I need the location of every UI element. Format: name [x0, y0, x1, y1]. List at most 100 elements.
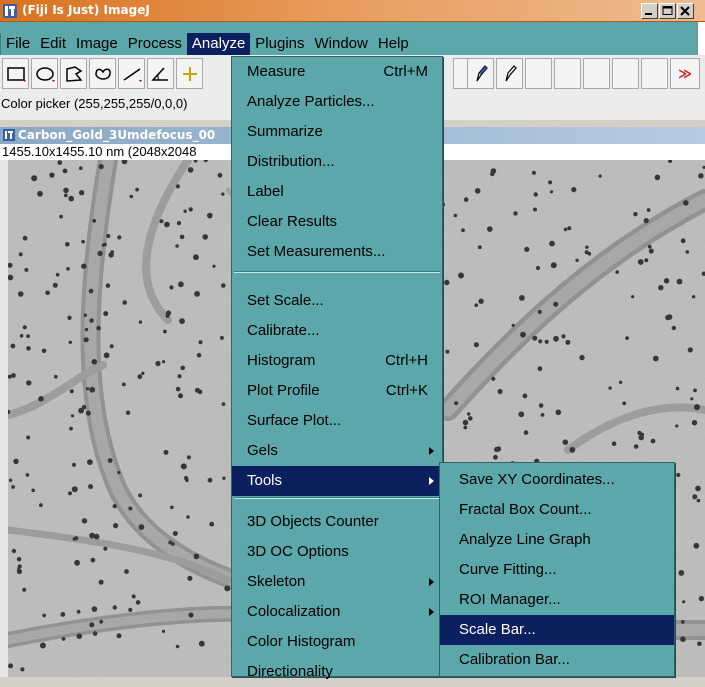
menu-item-label: Distribution... — [247, 153, 335, 170]
pencil-tool[interactable] — [467, 58, 494, 89]
shortcut-label: Ctrl+H — [385, 352, 428, 369]
tool-slot-5[interactable] — [641, 58, 668, 89]
menu-item-label: 3D OC Options — [247, 543, 349, 560]
menu-analyze[interactable]: Analyze — [186, 33, 251, 55]
minimize-button[interactable] — [641, 3, 658, 19]
submenu-item-scale-bar[interactable]: Scale Bar... — [440, 615, 674, 645]
menu-item-histogram[interactable]: Histogram Ctrl+H — [232, 346, 442, 376]
oval-icon — [36, 67, 55, 82]
menu-item-skeleton[interactable]: Skeleton — [232, 567, 442, 597]
menu-item-label: Colocalization — [247, 603, 341, 620]
pencil-icon — [476, 65, 488, 82]
close-icon — [680, 6, 690, 16]
menu-item-label: Color Histogram — [247, 633, 356, 650]
window-controls — [640, 3, 694, 19]
tool-slot-2[interactable] — [554, 58, 581, 89]
menu-item-label[interactable]: Label — [232, 177, 442, 207]
polygon-tool[interactable] — [60, 58, 87, 89]
submenu-arrow-icon — [429, 608, 434, 616]
menu-item-set-measurements[interactable]: Set Measurements... — [232, 237, 442, 267]
line-tool[interactable] — [118, 58, 145, 89]
menu-item-label: Measure — [247, 63, 306, 80]
menu-item-surface-plot[interactable]: Surface Plot... — [232, 406, 442, 436]
minimize-icon — [645, 13, 652, 15]
menu-item-label: Summarize — [247, 123, 323, 140]
submenu-item-roi-manager[interactable]: ROI Manager... — [440, 585, 674, 615]
menu-item-set-scale[interactable]: Set Scale... — [232, 286, 442, 316]
menu-help[interactable]: Help — [373, 33, 414, 55]
menu-item-plot-profile[interactable]: Plot Profile Ctrl+K — [232, 376, 442, 406]
menu-item-calibrate[interactable]: Calibrate... — [232, 316, 442, 346]
menu-item-3d-objects-counter[interactable]: 3D Objects Counter — [232, 507, 442, 537]
maximize-icon — [662, 6, 673, 15]
menu-item-label: Skeleton — [247, 573, 306, 590]
window-edge — [697, 22, 705, 55]
menu-item-label: Plot Profile — [247, 382, 320, 399]
brush-icon — [505, 65, 517, 82]
window-title: (Fiji Is Just) ImageJ — [22, 3, 150, 17]
menu-item-gels[interactable]: Gels — [232, 436, 442, 466]
angle-icon — [151, 67, 168, 81]
submenu-item-curve-fitting[interactable]: Curve Fitting... — [440, 555, 674, 585]
line-icon — [123, 68, 142, 82]
tool-slot-1[interactable] — [525, 58, 552, 89]
tools-submenu: Save XY Coordinates... Fractal Box Count.… — [439, 462, 675, 677]
image-window-frame — [0, 160, 8, 677]
menubar-top-strip — [0, 22, 705, 33]
image-window-title: Carbon_Gold_3Umdefocus_00 — [18, 128, 216, 142]
submenu-arrow-icon — [429, 477, 434, 485]
menu-file[interactable]: File — [1, 33, 35, 55]
point-icon — [183, 67, 197, 81]
point-tool[interactable] — [176, 58, 203, 89]
maximize-button[interactable] — [659, 3, 676, 19]
tool-slot-4[interactable] — [612, 58, 639, 89]
menu-item-label: Calibrate... — [247, 322, 320, 339]
menu-item-label: Histogram — [247, 352, 316, 369]
shortcut-label: Ctrl+K — [385, 382, 428, 399]
menu-image[interactable]: Image — [71, 33, 123, 55]
menu-item-label: Directionality — [247, 663, 333, 680]
menu-plugins[interactable]: Plugins — [250, 33, 309, 55]
rectangle-icon — [7, 67, 26, 82]
menu-item-measure[interactable]: Measure Ctrl+M — [232, 57, 442, 87]
menu-item-label: Gels — [247, 442, 278, 459]
menu-item-label: Analyze Particles... — [247, 93, 375, 110]
menu-item-3d-oc-options[interactable]: 3D OC Options — [232, 537, 442, 567]
freehand-icon — [95, 68, 111, 80]
menu-process[interactable]: Process — [123, 33, 187, 55]
menu-bar: File Edit Image Process Analyze Plugins Window… — [0, 33, 697, 55]
oval-tool[interactable] — [31, 58, 58, 89]
menu-item-color-histogram[interactable]: Color Histogram — [232, 627, 442, 657]
freehand-tool[interactable] — [89, 58, 116, 89]
fiji-app-icon — [3, 4, 17, 18]
submenu-item-calibration-bar[interactable]: Calibration Bar... — [440, 645, 674, 675]
menu-separator — [234, 271, 440, 273]
menu-item-colocalization[interactable]: Colocalization — [232, 597, 442, 627]
tool-slot-3[interactable] — [583, 58, 610, 89]
menu-item-label: Set Measurements... — [247, 243, 386, 260]
menu-window[interactable]: Window — [310, 33, 373, 55]
rectangle-tool[interactable] — [2, 58, 29, 89]
menu-item-distribution[interactable]: Distribution... — [232, 147, 442, 177]
submenu-arrow-icon — [429, 578, 434, 586]
submenu-item-analyze-line-graph[interactable]: Analyze Line Graph — [440, 525, 674, 555]
menu-item-summarize[interactable]: Summarize — [232, 117, 442, 147]
menu-item-tools[interactable]: Tools — [232, 466, 442, 496]
more-tools-button[interactable]: ≫ — [670, 58, 700, 89]
brush-tool[interactable] — [496, 58, 523, 89]
analyze-menu: Measure Ctrl+M Analyze Particles... Summari… — [231, 56, 443, 680]
menu-item-label: Label — [247, 183, 284, 200]
polygon-icon — [66, 66, 83, 82]
submenu-item-save-xy-coordinates[interactable]: Save XY Coordinates... — [440, 465, 674, 495]
menu-item-clear-results[interactable]: Clear Results — [232, 207, 442, 237]
fiji-app-icon — [3, 129, 15, 141]
close-button[interactable] — [677, 3, 694, 19]
submenu-arrow-icon — [429, 447, 434, 455]
angle-tool[interactable] — [147, 58, 174, 89]
menu-separator — [234, 497, 440, 499]
submenu-item-fractal-box-count[interactable]: Fractal Box Count... — [440, 495, 674, 525]
window-title-bar[interactable]: (Fiji Is Just) ImageJ — [0, 0, 705, 22]
menu-item-directionality[interactable]: Directionality — [232, 657, 442, 687]
menu-item-analyze-particles[interactable]: Analyze Particles... — [232, 87, 442, 117]
menu-edit[interactable]: Edit — [35, 33, 71, 55]
